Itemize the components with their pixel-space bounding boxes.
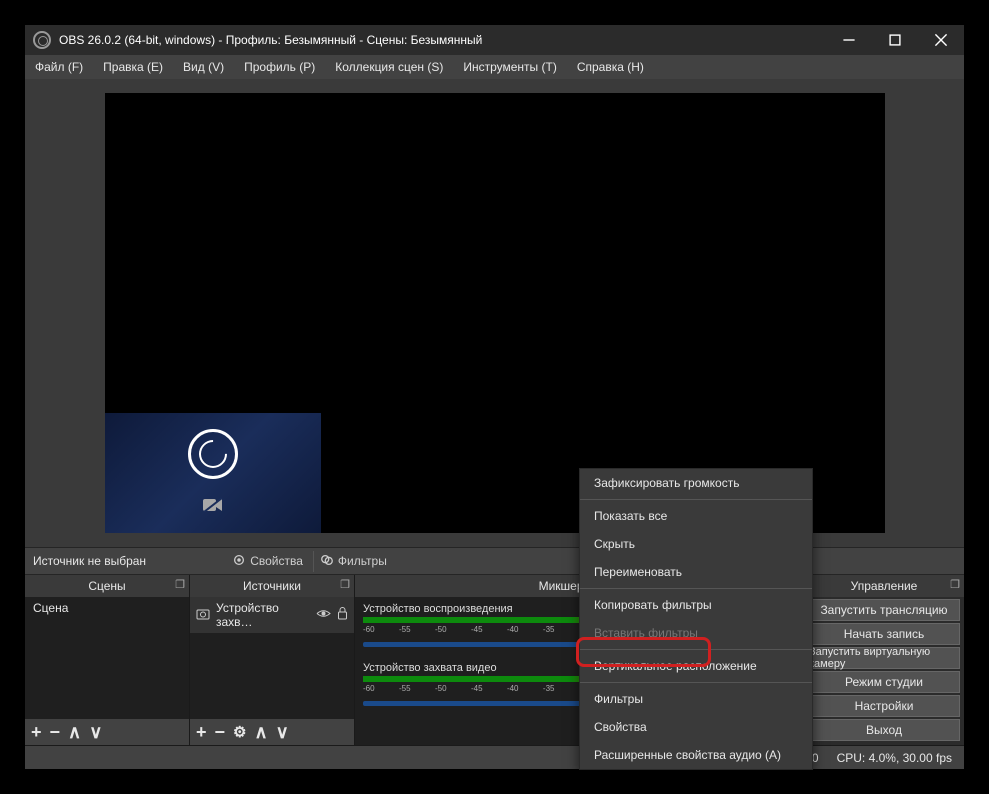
scene-down-button[interactable]: ∨ bbox=[89, 722, 102, 743]
source-item-label: Устройство захв… bbox=[216, 601, 310, 629]
start-virtualcam-button[interactable]: Запустить виртуальную камеру bbox=[808, 647, 960, 669]
ctx-separator bbox=[580, 682, 812, 683]
scenes-title: Сцены bbox=[88, 579, 125, 593]
ctx-vertical-layout[interactable]: Вертикальное расположение bbox=[580, 652, 812, 680]
ctx-separator bbox=[580, 588, 812, 589]
audio-context-menu: Зафиксировать громкость Показать все Скр… bbox=[579, 468, 813, 770]
cpu-status: CPU: 4.0%, 30.00 fps bbox=[837, 751, 952, 765]
popout-icon[interactable]: ❐ bbox=[340, 578, 350, 591]
popout-icon[interactable]: ❐ bbox=[950, 578, 960, 591]
controls-title: Управление bbox=[851, 579, 918, 593]
menu-tools[interactable]: Инструменты (T) bbox=[459, 58, 560, 76]
controls-panel: Управление ❐ Запустить трансляцию Начать … bbox=[804, 575, 964, 745]
filters-button[interactable]: Фильтры bbox=[313, 551, 393, 572]
close-button[interactable] bbox=[918, 25, 964, 55]
filters-label: Фильтры bbox=[338, 554, 387, 568]
no-source-label: Источник не выбран bbox=[33, 554, 146, 568]
remove-scene-button[interactable]: − bbox=[50, 722, 61, 743]
ctx-show-all[interactable]: Показать все bbox=[580, 502, 812, 530]
menu-scene-collection[interactable]: Коллекция сцен (S) bbox=[331, 58, 447, 76]
menu-edit[interactable]: Правка (E) bbox=[99, 58, 167, 76]
menu-profile[interactable]: Профиль (P) bbox=[240, 58, 319, 76]
camera-off-icon bbox=[202, 497, 224, 518]
obs-app-icon bbox=[33, 31, 51, 49]
ctx-separator bbox=[580, 649, 812, 650]
properties-button[interactable]: Свойства bbox=[226, 551, 309, 572]
start-streaming-button[interactable]: Запустить трансляцию bbox=[808, 599, 960, 621]
add-scene-button[interactable]: + bbox=[31, 722, 42, 743]
mixer-channel-name: Устройство захвата видео bbox=[363, 662, 497, 674]
menubar: Файл (F) Правка (E) Вид (V) Профиль (P) … bbox=[25, 55, 964, 79]
ctx-copy-filters[interactable]: Копировать фильтры bbox=[580, 591, 812, 619]
preview-canvas[interactable] bbox=[105, 93, 885, 533]
exit-button[interactable]: Выход bbox=[808, 719, 960, 741]
menu-view[interactable]: Вид (V) bbox=[179, 58, 228, 76]
sources-panel: Источники ❐ Устройство захв… + bbox=[190, 575, 355, 745]
eye-icon[interactable] bbox=[316, 608, 331, 622]
menu-help[interactable]: Справка (H) bbox=[573, 58, 648, 76]
obs-logo-icon bbox=[188, 429, 238, 479]
source-preview-thumbnail[interactable] bbox=[105, 413, 321, 533]
source-down-button[interactable]: ∨ bbox=[276, 722, 289, 743]
lock-icon[interactable] bbox=[337, 607, 348, 623]
gear-icon bbox=[232, 553, 246, 570]
settings-button[interactable]: Настройки bbox=[808, 695, 960, 717]
source-up-button[interactable]: ∧ bbox=[254, 722, 267, 743]
source-settings-button[interactable]: ⚙ bbox=[233, 723, 246, 741]
source-toolbar: Источник не выбран Свойства Фильтры bbox=[25, 547, 964, 575]
properties-label: Свойства bbox=[250, 554, 303, 568]
scenes-panel: Сцены ❐ Сцена + − ∧ ∨ bbox=[25, 575, 190, 745]
mixer-channel-name: Устройство воспроизведения bbox=[363, 603, 513, 615]
camera-icon bbox=[196, 608, 210, 623]
ctx-hide[interactable]: Скрыть bbox=[580, 530, 812, 558]
remove-source-button[interactable]: − bbox=[215, 722, 226, 743]
ctx-advanced-audio[interactable]: Расширенные свойства аудио (A) bbox=[580, 741, 812, 769]
window-title: OBS 26.0.2 (64-bit, windows) - Профиль: … bbox=[59, 33, 826, 47]
sources-title: Источники bbox=[243, 579, 301, 593]
studio-mode-button[interactable]: Режим студии bbox=[808, 671, 960, 693]
ctx-separator bbox=[580, 499, 812, 500]
titlebar: OBS 26.0.2 (64-bit, windows) - Профиль: … bbox=[25, 25, 964, 55]
start-recording-button[interactable]: Начать запись bbox=[808, 623, 960, 645]
filters-icon bbox=[320, 553, 334, 570]
add-source-button[interactable]: + bbox=[196, 722, 207, 743]
popout-icon[interactable]: ❐ bbox=[175, 578, 185, 591]
maximize-button[interactable] bbox=[872, 25, 918, 55]
ctx-lock-volume[interactable]: Зафиксировать громкость bbox=[580, 469, 812, 497]
ctx-rename[interactable]: Переименовать bbox=[580, 558, 812, 586]
ctx-properties[interactable]: Свойства bbox=[580, 713, 812, 741]
ctx-paste-filters: Вставить фильтры bbox=[580, 619, 812, 647]
ctx-filters[interactable]: Фильтры bbox=[580, 685, 812, 713]
scene-item[interactable]: Сцена bbox=[25, 597, 189, 619]
source-item[interactable]: Устройство захв… bbox=[190, 597, 354, 633]
scene-up-button[interactable]: ∧ bbox=[68, 722, 81, 743]
menu-file[interactable]: Файл (F) bbox=[31, 58, 87, 76]
preview-area[interactable] bbox=[25, 79, 964, 547]
minimize-button[interactable] bbox=[826, 25, 872, 55]
statusbar: ((●)) LIVE: 00:00:00 REC: 00:00:00 CPU: … bbox=[25, 745, 964, 769]
